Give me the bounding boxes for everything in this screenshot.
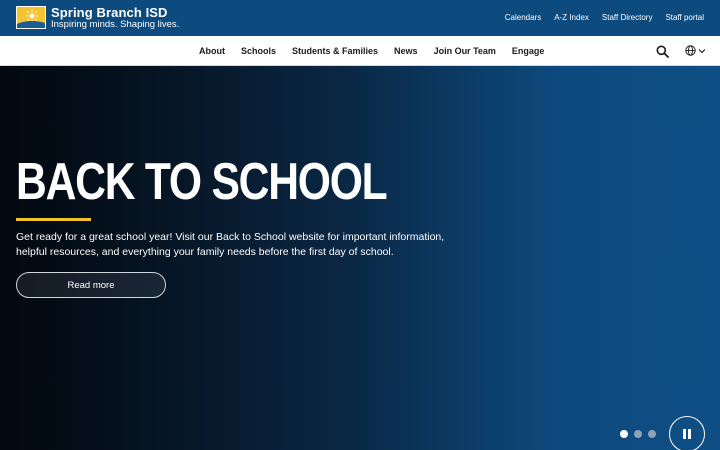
- utility-link-az-index[interactable]: A-Z Index: [554, 13, 589, 22]
- carousel-dot-2[interactable]: [634, 430, 642, 438]
- nav-item-join-our-team[interactable]: Join Our Team: [434, 46, 496, 56]
- hero-title: BACK TO SCHOOL: [16, 153, 388, 211]
- globe-icon: [685, 45, 696, 56]
- nav-item-schools[interactable]: Schools: [241, 46, 276, 56]
- logo-name: Spring Branch ISD: [51, 5, 168, 20]
- nav-item-news[interactable]: News: [394, 46, 418, 56]
- search-icon[interactable]: [656, 45, 669, 58]
- logo-mark-icon: [16, 6, 46, 30]
- utility-link-calendars[interactable]: Calendars: [505, 13, 541, 22]
- utility-link-staff-directory[interactable]: Staff Directory: [602, 13, 653, 22]
- nav-item-about[interactable]: About: [199, 46, 225, 56]
- utility-links: Calendars A-Z Index Staff Directory Staf…: [505, 13, 704, 22]
- hero-accent-rule: [16, 218, 91, 221]
- nav-item-students-families[interactable]: Students & Families: [292, 46, 378, 56]
- district-logo[interactable]: Spring Branch ISD Inspiring minds. Shapi…: [16, 6, 179, 30]
- hero-banner: BACK TO SCHOOL Get ready for a great sch…: [0, 66, 720, 450]
- chevron-down-icon: [698, 48, 706, 53]
- top-header: Spring Branch ISD Inspiring minds. Shapi…: [0, 0, 720, 36]
- nav-item-engage[interactable]: Engage: [512, 46, 545, 56]
- logo-tagline: Inspiring minds. Shaping lives.: [51, 19, 180, 30]
- carousel-dot-3[interactable]: [648, 430, 656, 438]
- hero-description: Get ready for a great school year! Visit…: [16, 231, 445, 258]
- pause-icon: [683, 429, 691, 439]
- utility-link-staff-portal[interactable]: Staff portal: [665, 13, 704, 22]
- carousel-dot-1[interactable]: [620, 430, 628, 438]
- main-navigation: About Schools Students & Families News J…: [0, 36, 720, 66]
- language-selector[interactable]: [685, 45, 706, 56]
- carousel-indicators: [620, 430, 656, 438]
- carousel-pause-button[interactable]: [669, 416, 705, 450]
- read-more-button[interactable]: Read more: [16, 272, 166, 298]
